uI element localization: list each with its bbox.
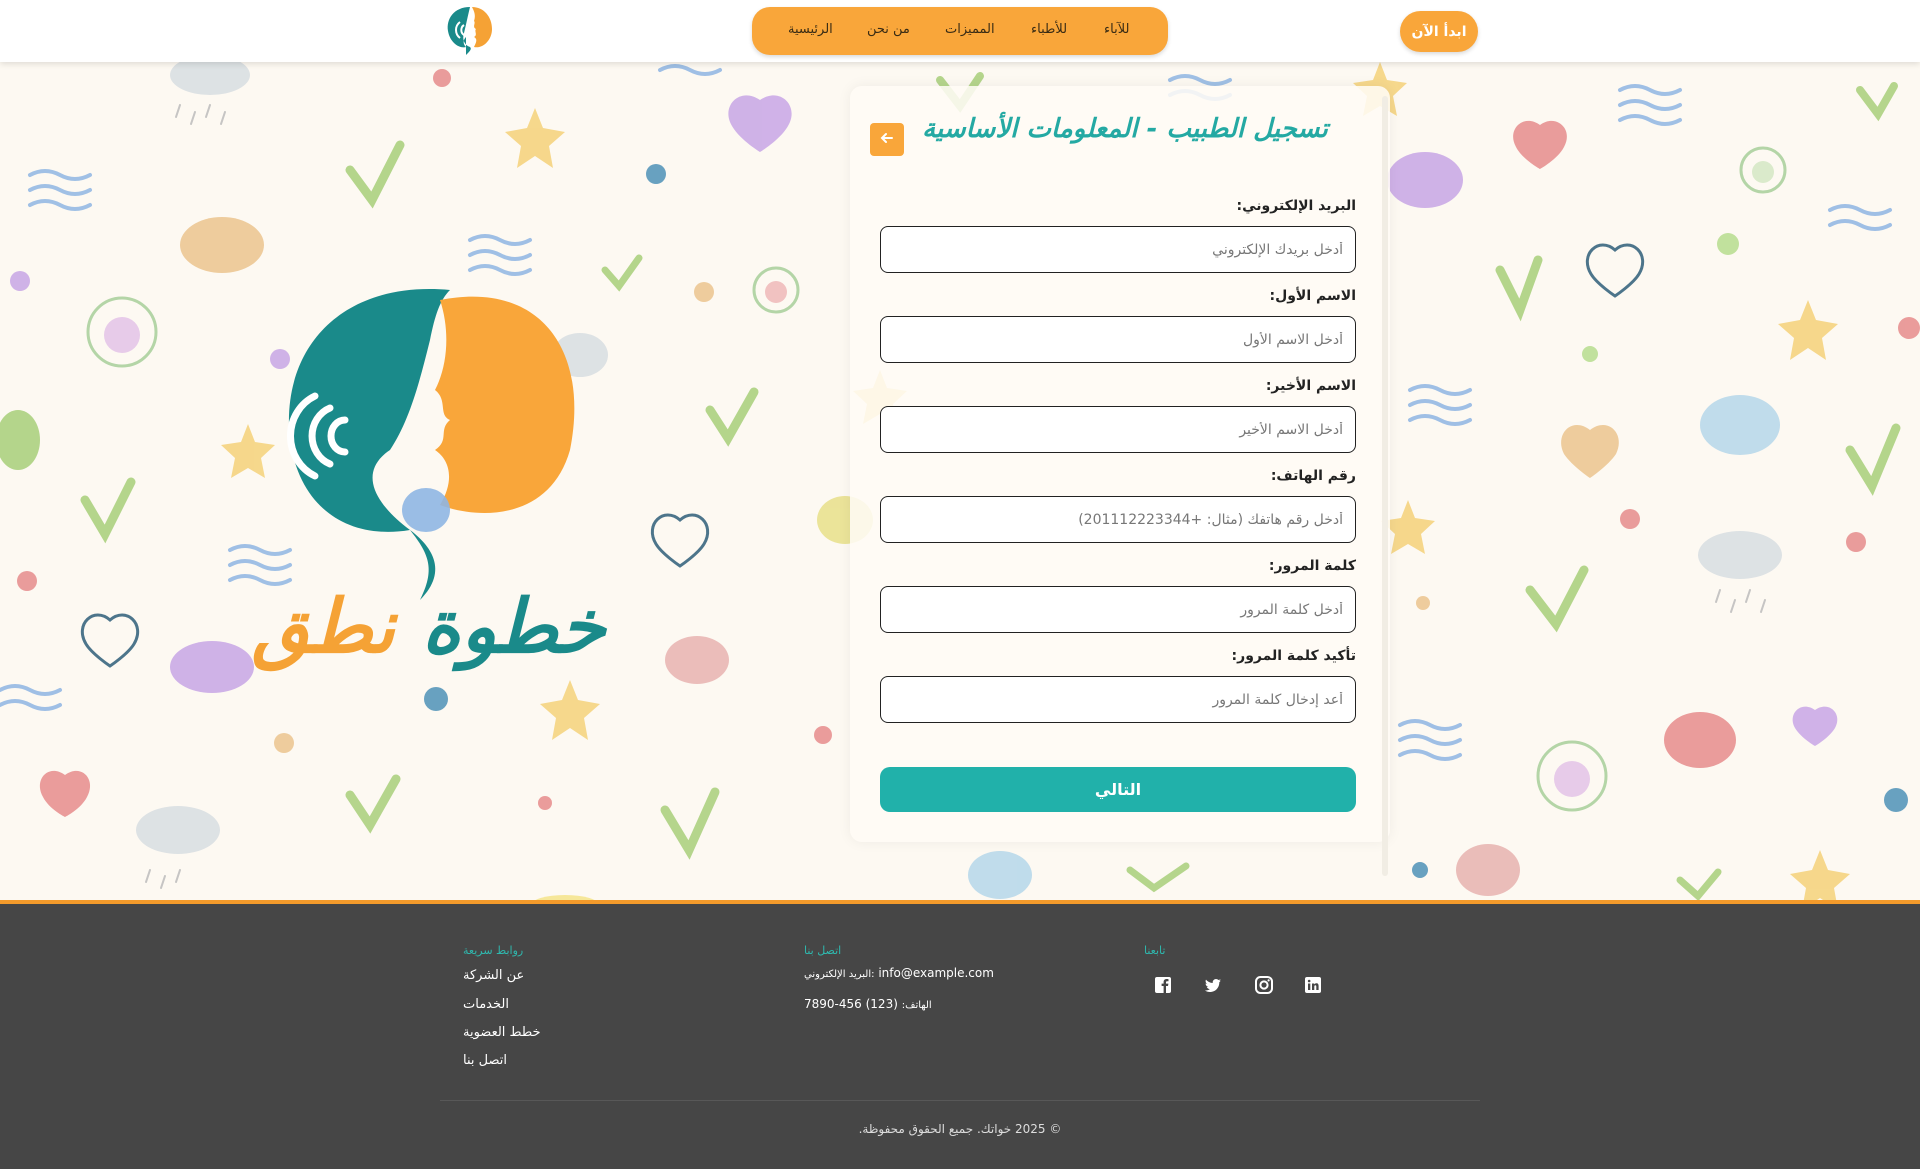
phone-field[interactable]: [880, 496, 1356, 543]
last-name-label: الاسم الأخير:: [1265, 378, 1356, 394]
first-name-field[interactable]: [880, 316, 1356, 363]
nav-item-features[interactable]: المميزات: [945, 22, 995, 37]
confirm-password-label: تأكيد كلمة المرور:: [1231, 648, 1356, 664]
next-button[interactable]: التالي: [880, 767, 1356, 812]
back-button[interactable]: [870, 123, 904, 156]
password-label: كلمة المرور:: [1268, 558, 1356, 574]
site-header: ابدأ الآن للآباء للأطباء المميزات من نحن…: [0, 0, 1920, 62]
card-scrollbar[interactable]: [1382, 96, 1388, 876]
email-label-text: البريد الإلكتروني:: [804, 969, 875, 980]
main-nav: للآباء للأطباء المميزات من نحن الرئيسية: [752, 7, 1168, 55]
phone-label-text: الهاتف:: [901, 1000, 932, 1011]
footer-link-about[interactable]: عن الشركة: [463, 968, 524, 983]
email-field[interactable]: [880, 226, 1356, 273]
linkedin-icon[interactable]: [1302, 974, 1324, 996]
site-footer: روابط سريعة عن الشركة الخدمات خطط العضوي…: [0, 900, 1920, 1169]
form-title: تسجيل الطبيب - المعلومات الأساسية: [922, 114, 1328, 144]
quick-links-heading: روابط سريعة: [463, 944, 524, 957]
contact-email: البريد الإلكتروني: info@example.com: [804, 966, 994, 980]
nav-item-home[interactable]: الرئيسية: [788, 22, 833, 37]
instagram-icon[interactable]: [1253, 974, 1275, 996]
email-value[interactable]: info@example.com: [878, 966, 994, 980]
header-logo[interactable]: [444, 3, 494, 59]
facebook-icon[interactable]: [1152, 974, 1174, 996]
email-label: البريد الإلكتروني:: [1236, 198, 1356, 214]
confirm-password-field[interactable]: [880, 676, 1356, 723]
nav-item-about[interactable]: من نحن: [867, 22, 910, 37]
follow-us-heading: تابعنا: [1144, 944, 1166, 957]
nav-item-parents[interactable]: للآباء: [1104, 22, 1129, 37]
footer-link-contact[interactable]: اتصل بنا: [463, 1053, 507, 1068]
footer-link-plans[interactable]: خطط العضوية: [463, 1025, 541, 1040]
first-name-label: الاسم الأول:: [1269, 288, 1356, 304]
footer-divider: [440, 1100, 1480, 1101]
logo-word-nutq: نطق: [252, 584, 396, 670]
arrow-left-icon: [880, 132, 893, 143]
contact-phone: الهاتف: (123) 456-7890: [804, 997, 932, 1011]
footer-link-services[interactable]: الخدمات: [463, 997, 509, 1012]
password-field[interactable]: [880, 586, 1356, 633]
copyright-text: © 2025 خواتك. جميع الحقوق محفوظة.: [858, 1122, 1062, 1136]
phone-label: رقم الهاتف:: [1270, 468, 1356, 484]
start-now-button[interactable]: ابدأ الآن: [1400, 11, 1478, 52]
phone-value: (123) 456-7890: [804, 997, 898, 1011]
last-name-field[interactable]: [880, 406, 1356, 453]
contact-heading: اتصل بنا: [804, 944, 842, 957]
twitter-icon[interactable]: [1202, 974, 1224, 996]
nav-item-doctors[interactable]: للأطباء: [1031, 22, 1067, 37]
logo-word-khutwa: خطوة: [422, 584, 606, 670]
